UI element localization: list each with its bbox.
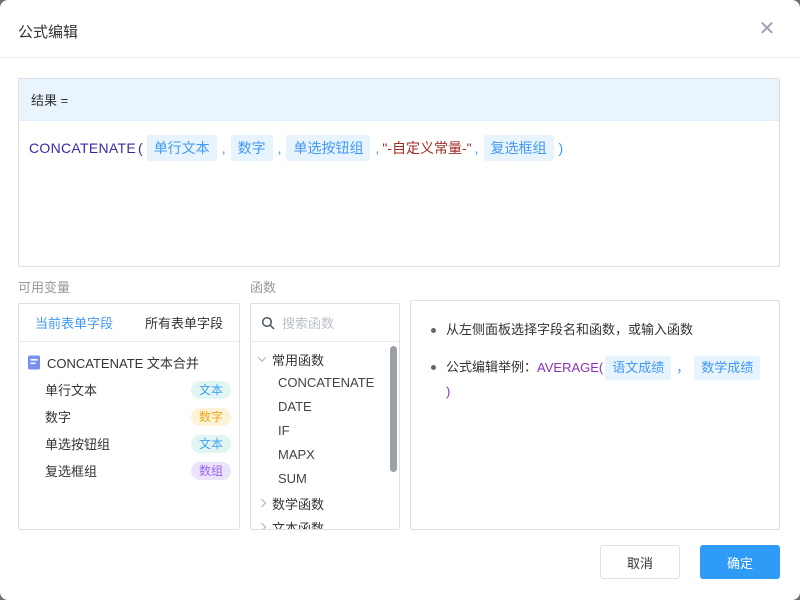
formula-token-comma: , [475,136,479,160]
formula-input-area[interactable]: CONCATENATE(单行文本,数字,单选按钮组,"-自定义常量-",复选框组… [19,121,779,267]
variable-row-number[interactable]: 数字 数字 [27,403,231,430]
field-chip[interactable]: 数字 [231,135,273,161]
tip-line-2: 公式编辑举例：AVERAGE(语文成绩，数学成绩) [425,356,765,403]
type-badge: 文本 [191,435,231,453]
formula-editor-dialog: 公式编辑 ✕ 结果 = CONCATENATE(单行文本,数字,单选按钮组,"-… [0,0,800,600]
type-badge: 文本 [191,381,231,399]
dialog-title: 公式编辑 [18,21,78,42]
close-icon[interactable]: ✕ [754,16,780,42]
variables-tabs: 当前表单字段 所有表单字段 [19,304,239,342]
formula-token-open: ( [138,136,143,160]
dialog-header: 公式编辑 ✕ [0,0,800,58]
type-badge: 数组 [191,462,231,480]
tab-all-form-fields[interactable]: 所有表单字段 [129,304,239,341]
function-category[interactable]: 常用函数 [251,347,399,371]
confirm-button[interactable]: 确定 [700,545,780,579]
field-chip[interactable]: 单选按钮组 [286,135,370,161]
variable-name: 数字 [45,407,71,426]
function-category[interactable]: 文本函数 [251,515,399,530]
variable-name: 复选框组 [45,461,97,480]
formula-token-comma: , [375,136,379,160]
variable-row-text[interactable]: 单行文本 文本 [27,376,231,403]
field-chip[interactable]: 单行文本 [147,135,217,161]
variables-panel: 当前表单字段 所有表单字段 CONCATENATE 文本合并 单行文本文本数字数… [18,303,240,530]
scrollbar-thumb[interactable] [390,346,397,472]
chevron-down-icon [258,353,266,361]
bullet-dot [431,365,436,370]
field-chip[interactable]: 复选框组 [484,135,554,161]
example-prefix: 公式编辑举例： [446,359,537,374]
chevron-right-icon [258,523,266,530]
functions-section-label: 函数 [250,277,276,296]
formula-token-close: ) [559,136,564,160]
function-item[interactable]: SUM [251,467,399,491]
cancel-button[interactable]: 取消 [600,545,680,579]
function-category-label: 数学函数 [272,494,324,513]
field-chip[interactable]: 语文成绩 [605,356,671,380]
function-category-label: 常用函数 [272,350,324,369]
function-tree: 常用函数 CONCATENATEDATEIFMAPXSUM 数学函数文本函数 [251,342,399,530]
variable-name: 单行文本 [45,380,97,399]
variable-row-array[interactable]: 复选框组 数组 [27,457,231,484]
formula-token-string: "-自定义常量-" [382,136,471,160]
variable-name: 单选按钮组 [45,434,110,453]
formula-box: 结果 = CONCATENATE(单行文本,数字,单选按钮组,"-自定义常量-"… [18,78,780,267]
tip-line-1: 从左侧面板选择字段名和函数，或输入函数 [425,319,765,341]
chevron-right-icon [258,499,266,507]
tip-text-2: 公式编辑举例：AVERAGE(语文成绩，数学成绩) [446,356,765,403]
tab-current-form-fields[interactable]: 当前表单字段 [19,304,129,341]
variable-group-label: CONCATENATE 文本合并 [47,353,199,372]
type-badge: 数字 [191,408,231,426]
variable-list: 单行文本文本数字数字单选按钮组文本复选框组数组 [19,374,239,484]
formula-token-comma: ， [676,357,689,379]
variables-section-label: 可用变量 [18,277,70,296]
bullet-dot [431,328,436,333]
formula-token-exfunc: ) [446,381,450,403]
formula-token-comma: , [222,136,226,160]
result-label: 结果 = [19,79,779,121]
function-item[interactable]: DATE [251,395,399,419]
tip-text-1: 从左侧面板选择字段名和函数，或输入函数 [446,319,693,341]
function-item[interactable]: IF [251,419,399,443]
formula-token-exfunc: AVERAGE( [537,357,603,379]
variable-group-row[interactable]: CONCATENATE 文本合并 [19,342,239,374]
formula-token-func: CONCATENATE [29,136,136,160]
formula-token-comma: , [278,136,282,160]
search-placeholder: 搜索函数 [282,313,334,332]
function-item[interactable]: MAPX [251,443,399,467]
function-search-input[interactable]: 搜索函数 [251,304,399,342]
variable-row-text[interactable]: 单选按钮组 文本 [27,430,231,457]
function-category[interactable]: 数学函数 [251,491,399,515]
search-icon [261,316,275,330]
function-category-label: 文本函数 [272,518,324,531]
formula-expression: CONCATENATE(单行文本,数字,单选按钮组,"-自定义常量-",复选框组… [29,135,769,161]
document-icon [27,355,41,370]
tips-panel: 从左侧面板选择字段名和函数，或输入函数 公式编辑举例：AVERAGE(语文成绩，… [410,300,780,530]
functions-panel: 搜索函数 常用函数 CONCATENATEDATEIFMAPXSUM 数学函数文本函… [250,303,400,530]
field-chip[interactable]: 数学成绩 [694,356,760,380]
function-item[interactable]: CONCATENATE [251,371,399,395]
